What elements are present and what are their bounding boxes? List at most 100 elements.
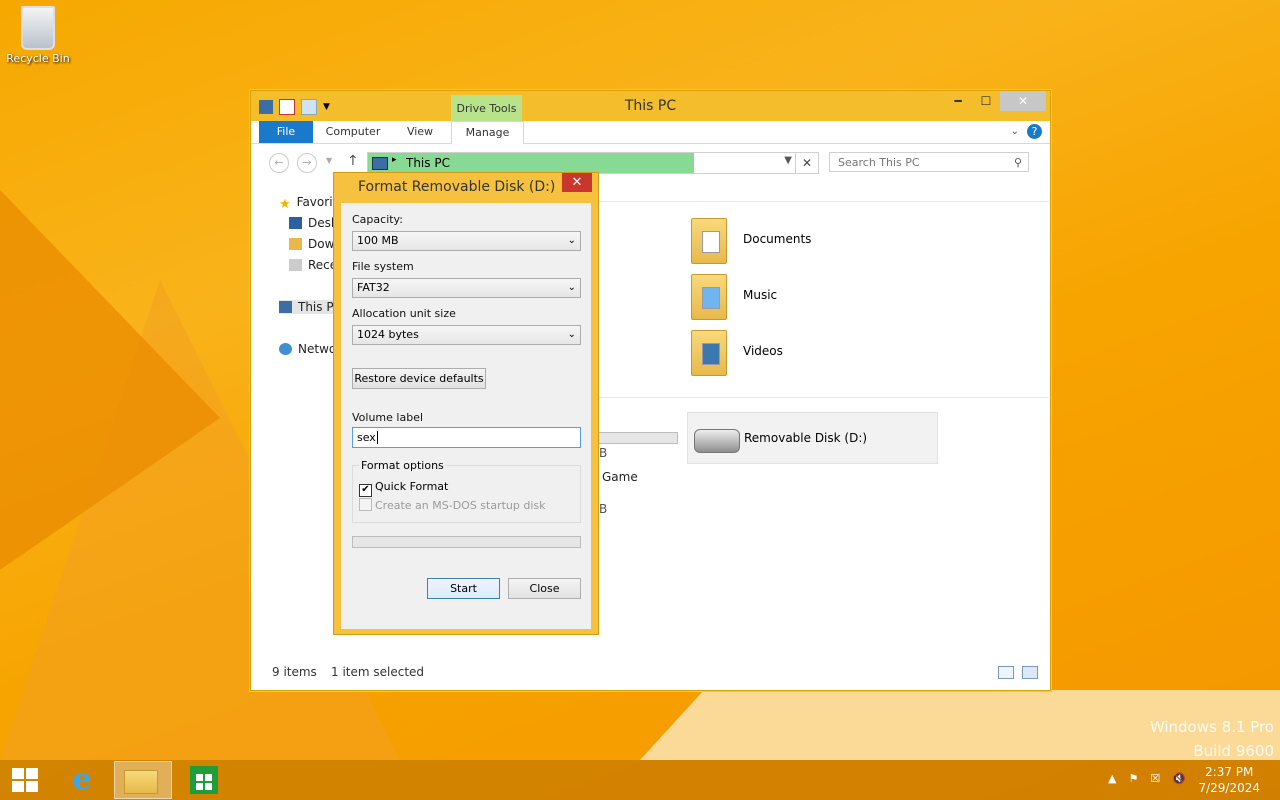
group-divider — [591, 397, 1049, 398]
explorer-titlebar[interactable]: ▼ Drive Tools This PC ━ ☐ ✕ — [251, 91, 1050, 121]
system-tray: ▲ ⚑ ☒ 🔇 — [1108, 772, 1186, 785]
nav-item-this-pc[interactable]: This PC — [279, 300, 339, 314]
minimize-button[interactable]: ━ — [944, 91, 972, 111]
close-dialog-button[interactable]: Close — [508, 578, 581, 599]
videos-folder-icon — [691, 330, 727, 376]
ribbon-tabs: File Computer View Manage ⌄ ? — [251, 121, 1050, 144]
folder-videos[interactable]: Videos — [691, 330, 891, 380]
dialog-title: Format Removable Disk (D:) — [358, 179, 556, 195]
up-button[interactable]: ↑ — [347, 153, 359, 169]
nav-item-favorites[interactable]: ★Favorites — [279, 195, 339, 209]
tab-manage[interactable]: Manage — [451, 121, 524, 144]
clock-time: 2:37 PM — [1205, 765, 1254, 779]
os-watermark: Windows 8.1 Pro Build 9600 — [1150, 715, 1274, 763]
file-system-select[interactable]: FAT32 ⌄ — [352, 278, 581, 298]
restore-defaults-button[interactable]: Restore device defaults — [352, 368, 486, 389]
recent-places-icon — [289, 259, 302, 271]
action-center-flag-icon[interactable]: ⚑ — [1128, 772, 1138, 785]
capacity-select[interactable]: 100 MB ⌄ — [352, 231, 581, 251]
nav-item-network[interactable]: Network — [279, 342, 339, 356]
msdos-startup-checkbox[interactable]: Create an MS-DOS startup disk — [359, 498, 546, 512]
this-pc-icon — [279, 301, 292, 313]
close-button[interactable]: ✕ — [1000, 91, 1046, 111]
dialog-body: Capacity: 100 MB ⌄ File system FAT32 ⌄ A… — [341, 203, 591, 629]
back-button[interactable]: ← — [269, 153, 289, 173]
details-view-icon[interactable] — [998, 666, 1014, 679]
window-title: This PC — [624, 98, 677, 114]
file-system-value: FAT32 — [357, 281, 390, 294]
tab-computer[interactable]: Computer — [321, 121, 385, 143]
tab-view[interactable]: View — [395, 121, 445, 143]
item-count: 9 items — [272, 665, 317, 679]
drive-label[interactable]: Game — [602, 470, 638, 484]
star-icon: ★ — [279, 197, 291, 209]
this-pc-icon — [372, 157, 388, 170]
capacity-label: Capacity: — [352, 213, 403, 226]
network-icon — [279, 343, 292, 355]
tab-file[interactable]: File — [259, 121, 313, 143]
file-system-label: File system — [352, 260, 414, 273]
volume-muted-icon[interactable]: 🔇 — [1172, 772, 1186, 785]
network-icon[interactable]: ☒ — [1150, 772, 1160, 785]
chevron-down-icon: ⌄ — [567, 235, 576, 246]
msdos-startup-label: Create an MS-DOS startup disk — [375, 499, 546, 512]
group-divider — [591, 201, 1049, 202]
folder-music[interactable]: Music — [691, 274, 891, 324]
checkbox-check-icon: ✔ — [359, 484, 372, 497]
dialog-close-button[interactable]: ✕ — [562, 173, 592, 192]
folder-label: Music — [743, 288, 778, 302]
navigation-pane: ★Favorites Desktop Downloads Recent plac… — [251, 181, 349, 661]
windows-logo-icon — [12, 768, 24, 779]
drive-label: Removable Disk (D:) — [744, 431, 868, 445]
recycle-bin-icon — [21, 6, 55, 50]
folder-documents[interactable]: Documents — [691, 218, 891, 268]
watermark-edition: Windows 8.1 Pro — [1149, 718, 1274, 736]
folder-label: Videos — [743, 344, 783, 358]
search-icon[interactable]: ⚲ — [1014, 153, 1022, 173]
status-bar: 9 items 1 item selected — [251, 654, 1050, 690]
maximize-button[interactable]: ☐ — [972, 91, 1000, 111]
recent-locations-icon[interactable]: ▼ — [326, 156, 332, 165]
forward-button[interactable]: → — [297, 153, 317, 173]
allocation-size-value: 1024 bytes — [357, 328, 419, 341]
file-explorer-icon[interactable] — [124, 770, 158, 794]
selection-count: 1 item selected — [331, 665, 425, 679]
show-hidden-icons-icon[interactable]: ▲ — [1108, 772, 1116, 785]
capacity-value: 100 MB — [357, 234, 399, 247]
large-icons-view-icon[interactable] — [1022, 666, 1038, 679]
drive-space-text: B — [599, 446, 608, 460]
removable-disk-icon — [694, 429, 740, 453]
store-icon[interactable] — [190, 766, 218, 794]
text-caret — [376, 431, 378, 444]
search-placeholder: Search This PC — [838, 156, 920, 169]
breadcrumb-chevron-icon[interactable]: ▸ — [392, 155, 397, 165]
allocation-size-select[interactable]: 1024 bytes ⌄ — [352, 325, 581, 345]
address-text[interactable]: This PC — [406, 156, 450, 170]
clock[interactable]: 2:37 PM 7/29/2024 — [1198, 764, 1260, 796]
quick-format-checkbox[interactable]: ✔ Quick Format — [359, 480, 448, 497]
chevron-down-icon: ⌄ — [567, 282, 576, 293]
search-input[interactable]: Search This PC ⚲ — [829, 152, 1029, 172]
expand-ribbon-icon[interactable]: ⌄ — [1011, 126, 1019, 137]
format-dialog: Format Removable Disk (D:) ✕ Capacity: 1… — [333, 172, 599, 635]
start-button[interactable] — [12, 768, 38, 792]
drive-removable-d[interactable]: Removable Disk (D:) — [687, 412, 938, 464]
address-dropdown-icon[interactable]: ▼ — [784, 155, 792, 166]
address-bar[interactable]: ▸ This PC ▼ ✕ — [367, 152, 819, 174]
downloads-icon — [289, 238, 302, 250]
help-icon[interactable]: ? — [1027, 124, 1042, 139]
desktop-icon — [289, 217, 302, 229]
recycle-bin-label: Recycle Bin — [6, 52, 70, 65]
internet-explorer-icon[interactable]: e — [66, 764, 98, 796]
checkbox-empty-icon — [359, 498, 372, 511]
music-folder-icon — [691, 274, 727, 320]
clear-address-button[interactable]: ✕ — [795, 153, 818, 173]
volume-label-caption: Volume label — [352, 411, 424, 424]
start-button[interactable]: Start — [427, 578, 500, 599]
recycle-bin[interactable]: Recycle Bin — [6, 6, 70, 65]
allocation-size-label: Allocation unit size — [352, 307, 456, 320]
volume-label-value: sex — [357, 431, 376, 444]
clock-date: 7/29/2024 — [1198, 781, 1260, 795]
quick-format-label: Quick Format — [375, 480, 449, 493]
volume-label-input[interactable]: sex — [352, 427, 581, 448]
